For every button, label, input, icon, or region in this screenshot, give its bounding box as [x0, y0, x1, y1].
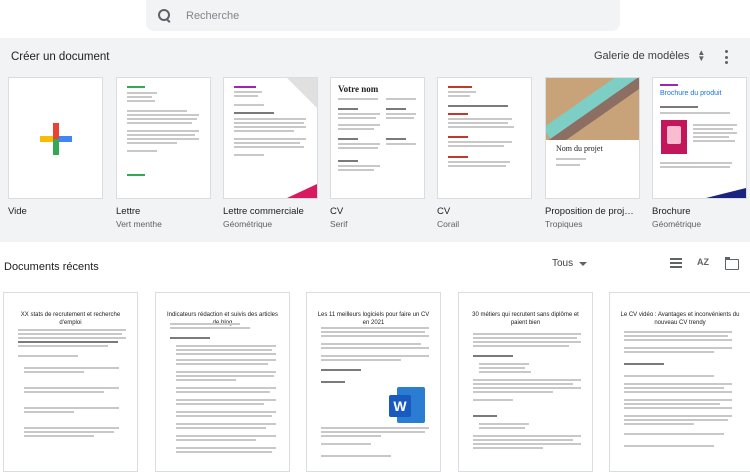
template-cv-coral[interactable]: CV Corail	[437, 77, 532, 229]
chevron-down-icon	[579, 261, 588, 266]
template-name: Proposition de proj…	[545, 206, 634, 217]
plus-icon	[40, 123, 72, 155]
brochure-heading: Brochure du produit	[660, 90, 722, 97]
doc-title: 30 métiers qui recrutent sans diplôme et…	[472, 312, 579, 326]
sort-az-icon[interactable]: AZ	[697, 257, 711, 271]
recent-documents-heading: Documents récents	[4, 261, 99, 273]
template-cv-serif[interactable]: Votre nom CV Serif	[330, 77, 425, 229]
template-style: Vert menthe	[116, 219, 162, 229]
project-heading: Nom du projet	[556, 144, 603, 153]
template-name: CV	[330, 206, 344, 217]
owner-filter-label: Tous	[552, 258, 574, 269]
more-options-icon[interactable]	[722, 50, 730, 64]
expand-collapse-icon: ▲ ▼	[697, 48, 706, 63]
template-thumbnail	[116, 77, 211, 199]
template-thumbnail	[437, 77, 532, 199]
template-gallery-button[interactable]: Galerie de modèles ▲ ▼	[594, 48, 706, 63]
recent-doc-card[interactable]: Le CV vidéo : Avantages et inconvénients…	[609, 292, 750, 472]
doc-title: Les 11 meilleurs logiciels pour faire un…	[317, 312, 430, 326]
search-input[interactable]	[186, 9, 586, 22]
template-thumbnail: Votre nom	[330, 77, 425, 199]
template-style: Géométrique	[223, 219, 273, 229]
template-brochure[interactable]: Brochure du produit Brochure Géométrique	[652, 77, 747, 229]
template-gallery: Créer un document Galerie de modèles ▲ ▼ …	[0, 38, 750, 242]
template-thumbnail	[223, 77, 318, 199]
recent-doc-card[interactable]: Indicateurs rédaction et suivis des arti…	[155, 292, 290, 472]
template-name: Lettre	[116, 206, 141, 217]
top-header	[0, 0, 750, 38]
doc-title: XX stats de recrutement et recherche d'e…	[20, 312, 121, 326]
template-style: Géométrique	[652, 219, 702, 229]
recent-doc-card[interactable]: Les 11 meilleurs logiciels pour faire un…	[306, 292, 441, 472]
gallery-title: Créer un document	[11, 51, 110, 63]
folder-picker-icon[interactable]	[725, 257, 739, 271]
list-view-icon[interactable]	[670, 257, 684, 271]
search-bar[interactable]	[146, 0, 620, 31]
doc-title: Le CV vidéo : Avantages et inconvénients…	[620, 312, 740, 326]
cv-name-heading: Votre nom	[338, 84, 379, 94]
template-thumbnail: Nom du projet	[545, 77, 640, 199]
template-style: Serif	[330, 219, 348, 229]
recent-doc-card[interactable]: XX stats de recrutement et recherche d'e…	[3, 292, 138, 472]
template-name: Brochure	[652, 206, 691, 217]
template-blank[interactable]: Vide	[8, 77, 103, 217]
microsoft-word-logo: W	[389, 387, 425, 423]
template-project-proposal[interactable]: Nom du projet Proposition de proj… Tropi…	[545, 77, 640, 229]
search-icon	[158, 8, 172, 23]
template-business-letter[interactable]: Lettre commerciale Géométrique	[223, 77, 318, 229]
template-letter-mint[interactable]: Lettre Vert menthe	[116, 77, 211, 229]
template-name: Vide	[8, 206, 27, 217]
template-thumbnail: Brochure du produit	[652, 77, 747, 199]
template-name: Lettre commerciale	[223, 206, 304, 217]
word-logo-letter: W	[389, 395, 411, 417]
owner-filter-dropdown[interactable]: Tous	[552, 258, 588, 269]
template-style: Corail	[437, 219, 460, 229]
template-gallery-label: Galerie de modèles	[594, 50, 690, 62]
template-style: Tropiques	[545, 219, 583, 229]
template-name: CV	[437, 206, 451, 217]
recent-doc-card[interactable]: 30 métiers qui recrutent sans diplôme et…	[458, 292, 593, 472]
template-thumbnail	[8, 77, 103, 199]
